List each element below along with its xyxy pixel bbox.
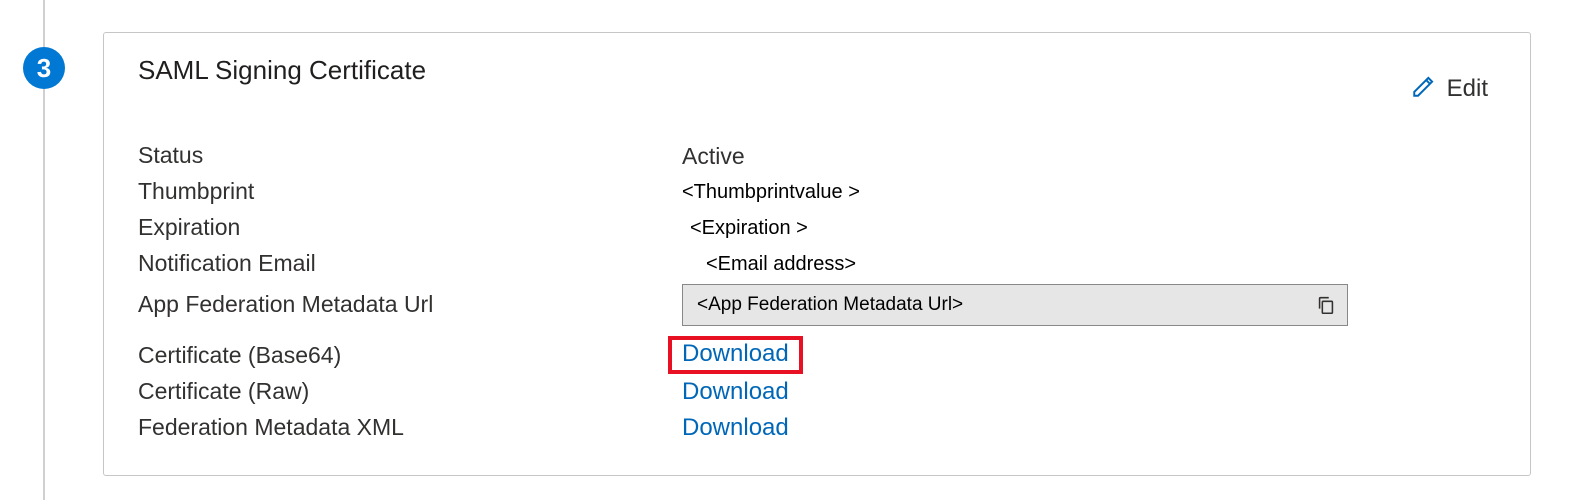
row-metadata-url: App Federation Metadata Url <App Federat… <box>138 284 1496 326</box>
edit-button[interactable]: Edit <box>1411 73 1488 104</box>
pencil-icon <box>1411 73 1437 104</box>
row-cert-base64: Certificate (Base64) Download <box>138 338 1496 374</box>
value-notification-email: <Email address> <box>682 253 1496 276</box>
step-number: 3 <box>37 53 51 84</box>
row-status: Status Active <box>138 138 1496 174</box>
row-thumbprint: Thumbprint <Thumbprintvalue > <box>138 174 1496 210</box>
field-rows: Status Active Thumbprint <Thumbprintvalu… <box>138 138 1496 446</box>
row-fed-xml: Federation Metadata XML Download <box>138 410 1496 446</box>
label-thumbprint: Thumbprint <box>138 174 682 210</box>
row-notification-email: Notification Email <Email address> <box>138 246 1496 282</box>
label-expiration: Expiration <box>138 210 682 246</box>
step-number-badge: 3 <box>23 47 65 89</box>
label-notification-email: Notification Email <box>138 246 682 282</box>
edit-label: Edit <box>1447 75 1488 103</box>
saml-signing-certificate-card: SAML Signing Certificate Edit Status Act… <box>103 32 1531 476</box>
metadata-url-text: <App Federation Metadata Url> <box>697 294 1315 316</box>
value-thumbprint: <Thumbprintvalue > <box>682 181 1496 204</box>
card-header: SAML Signing Certificate Edit <box>138 55 1496 104</box>
label-status: Status <box>138 138 682 174</box>
metadata-url-field[interactable]: <App Federation Metadata Url> <box>682 284 1348 326</box>
download-cert-base64-link[interactable]: Download <box>682 340 789 367</box>
row-expiration: Expiration <Expiration > <box>138 210 1496 246</box>
value-cert-base64: Download <box>682 338 1496 374</box>
value-expiration: <Expiration > <box>682 217 1496 240</box>
value-metadata-url-container: <App Federation Metadata Url> <box>682 284 1496 326</box>
value-fed-xml: Download <box>682 414 1496 442</box>
download-highlight: Download <box>668 336 803 374</box>
card-title: SAML Signing Certificate <box>138 55 426 86</box>
value-status: Active <box>682 143 1496 170</box>
download-fed-xml-link[interactable]: Download <box>682 414 789 441</box>
copy-icon[interactable] <box>1315 294 1337 316</box>
label-cert-base64: Certificate (Base64) <box>138 338 682 374</box>
label-fed-xml: Federation Metadata XML <box>138 410 682 446</box>
download-cert-raw-link[interactable]: Download <box>682 378 789 405</box>
step-connector-line-top <box>43 0 45 47</box>
label-cert-raw: Certificate (Raw) <box>138 374 682 410</box>
label-metadata-url: App Federation Metadata Url <box>138 287 682 323</box>
value-cert-raw: Download <box>682 378 1496 406</box>
row-cert-raw: Certificate (Raw) Download <box>138 374 1496 410</box>
step-connector-line-bottom <box>43 89 45 500</box>
